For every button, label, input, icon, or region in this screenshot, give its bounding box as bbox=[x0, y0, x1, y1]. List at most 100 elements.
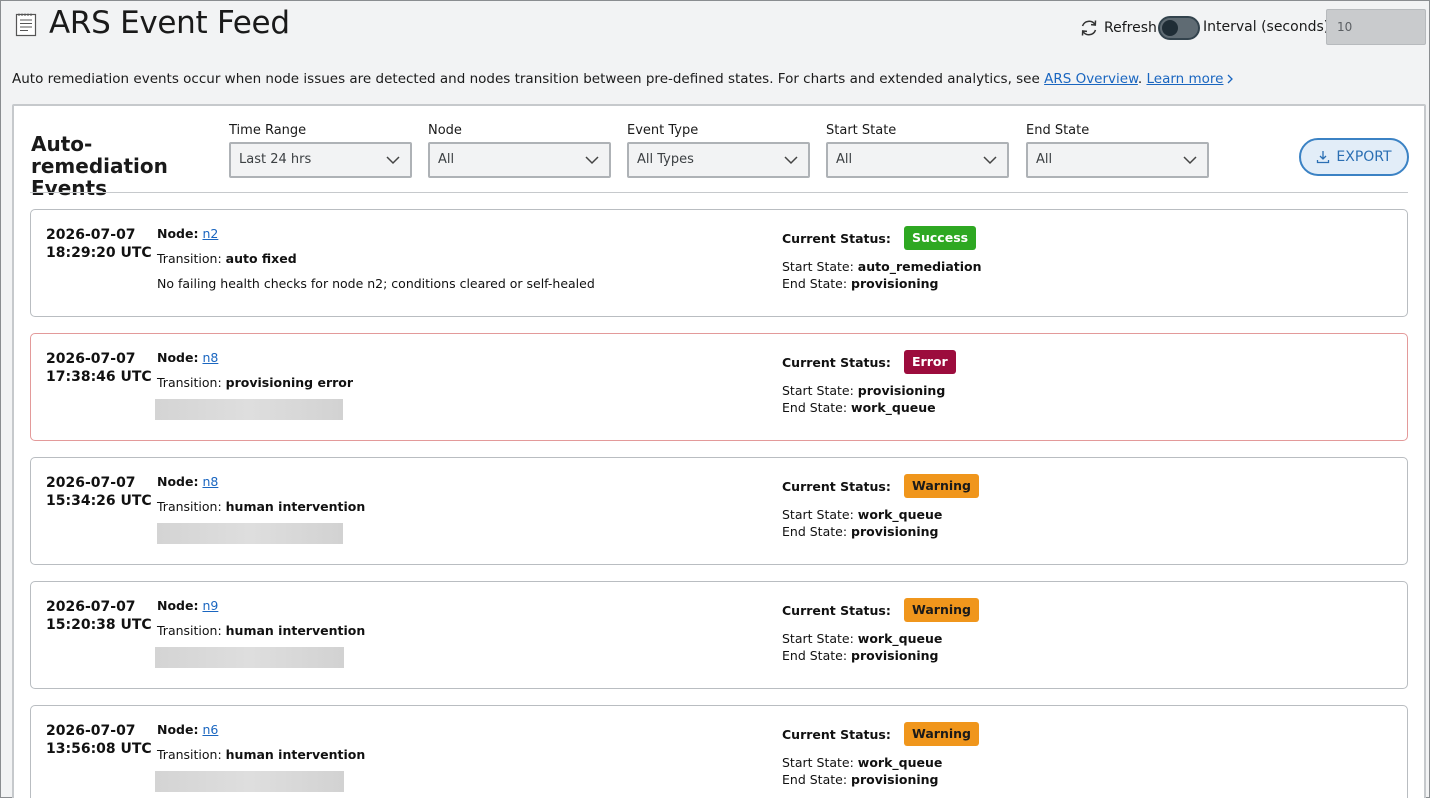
event-date: 2026-07-07 bbox=[46, 351, 136, 367]
toggle-knob bbox=[1162, 20, 1178, 36]
filter-event-type: Event Type All Types bbox=[627, 123, 810, 178]
event-date: 2026-07-07 bbox=[46, 599, 136, 615]
event-date: 2026-07-07 bbox=[46, 227, 136, 243]
panel-divider bbox=[30, 192, 1408, 193]
transition-label: Transition: bbox=[157, 499, 222, 514]
event-card: 2026-07-07 15:20:38 UTC Node: n9 Transit… bbox=[30, 581, 1408, 689]
event-timestamp: 2026-07-07 15:20:38 UTC bbox=[46, 598, 152, 634]
end-state-label: End State: bbox=[782, 524, 848, 539]
filter-label: Time Range bbox=[229, 123, 307, 138]
node-link[interactable]: n6 bbox=[202, 722, 218, 737]
chevron-down-icon bbox=[585, 156, 599, 165]
select-value: All bbox=[1036, 152, 1053, 167]
event-start-state: Start State: provisioning bbox=[782, 383, 945, 398]
node-link[interactable]: n8 bbox=[202, 474, 218, 489]
node-link[interactable]: n9 bbox=[202, 598, 218, 613]
status-badge: Error bbox=[904, 350, 956, 374]
refresh-label: Refresh bbox=[1104, 20, 1157, 36]
redacted-detail bbox=[155, 399, 343, 420]
time-range-select[interactable]: Last 24 hrs bbox=[229, 142, 412, 178]
current-status-label: Current Status: bbox=[782, 231, 891, 246]
redacted-detail bbox=[155, 647, 344, 668]
event-end-state: End State: work_queue bbox=[782, 400, 936, 415]
node-select[interactable]: All bbox=[428, 142, 611, 178]
event-time: 13:56:08 UTC bbox=[46, 741, 152, 757]
end-state-value: provisioning bbox=[851, 276, 939, 291]
end-state-value: work_queue bbox=[851, 400, 936, 415]
description-separator: . bbox=[1137, 71, 1143, 87]
transition-value: human intervention bbox=[225, 623, 366, 638]
filter-time-range: Time Range Last 24 hrs bbox=[229, 123, 412, 178]
transition-value: human intervention bbox=[225, 499, 366, 514]
end-state-label: End State: bbox=[782, 772, 848, 787]
event-end-state: End State: provisioning bbox=[782, 648, 939, 663]
event-node: Node: n6 bbox=[157, 722, 218, 737]
filter-label: Event Type bbox=[627, 123, 699, 138]
description-text: Auto remediation events occur when node … bbox=[12, 71, 1045, 87]
event-transition: Transition: human intervention bbox=[157, 623, 365, 638]
node-link[interactable]: n8 bbox=[202, 350, 218, 365]
events-panel: Auto-remediation Events Time Range Last … bbox=[12, 104, 1426, 798]
end-state-label: End State: bbox=[782, 400, 848, 415]
auto-refresh-toggle[interactable] bbox=[1158, 16, 1200, 40]
ars-overview-link[interactable]: ARS Overview bbox=[1044, 71, 1138, 87]
filter-start-state: Start State All bbox=[826, 123, 1009, 178]
event-time: 15:34:26 UTC bbox=[46, 493, 152, 509]
status-badge: Warning bbox=[904, 474, 979, 498]
transition-label: Transition: bbox=[157, 623, 222, 638]
chevron-down-icon bbox=[1183, 156, 1197, 165]
chevron-down-icon bbox=[386, 156, 400, 165]
page-description: Auto remediation events occur when node … bbox=[12, 71, 1235, 87]
event-end-state: End State: provisioning bbox=[782, 276, 939, 291]
current-status-label: Current Status: bbox=[782, 727, 891, 742]
current-status-label: Current Status: bbox=[782, 603, 891, 618]
event-timestamp: 2026-07-07 17:38:46 UTC bbox=[46, 350, 152, 386]
start-state-label: Start State: bbox=[782, 259, 854, 274]
event-node: Node: n9 bbox=[157, 598, 218, 613]
start-state-select[interactable]: All bbox=[826, 142, 1009, 178]
filter-label: Node bbox=[428, 123, 462, 138]
node-link[interactable]: n2 bbox=[202, 226, 218, 241]
page-header: ARS Event Feed Refresh Interval (seconds… bbox=[1, 1, 1429, 53]
event-timestamp: 2026-07-07 13:56:08 UTC bbox=[46, 722, 152, 758]
status-badge: Success bbox=[904, 226, 977, 250]
event-card: 2026-07-07 18:29:20 UTC Node: n2 Transit… bbox=[30, 209, 1408, 317]
event-node: Node: n8 bbox=[157, 474, 218, 489]
transition-value: auto fixed bbox=[225, 251, 297, 266]
event-card: 2026-07-07 17:38:46 UTC Node: n8 Transit… bbox=[30, 333, 1408, 441]
transition-value: provisioning error bbox=[225, 375, 354, 390]
transition-label: Transition: bbox=[157, 375, 222, 390]
transition-value: human intervention bbox=[225, 747, 366, 762]
start-state-label: Start State: bbox=[782, 631, 854, 646]
panel-title: Auto-remediation Events bbox=[31, 132, 168, 200]
node-label: Node: bbox=[157, 350, 199, 365]
end-state-select[interactable]: All bbox=[1026, 142, 1209, 178]
end-state-label: End State: bbox=[782, 276, 848, 291]
event-time: 15:20:38 UTC bbox=[46, 617, 152, 633]
refresh-icon bbox=[1081, 20, 1097, 36]
event-node: Node: n2 bbox=[157, 226, 218, 241]
node-label: Node: bbox=[157, 598, 199, 613]
refresh-button[interactable]: Refresh bbox=[1079, 17, 1157, 39]
export-label: EXPORT bbox=[1336, 149, 1392, 165]
event-start-state: Start State: work_queue bbox=[782, 755, 942, 770]
filter-node: Node All bbox=[428, 123, 611, 178]
chevron-down-icon bbox=[784, 156, 798, 165]
event-transition: Transition: human intervention bbox=[157, 499, 365, 514]
start-state-label: Start State: bbox=[782, 383, 854, 398]
learn-more-link[interactable]: Learn more bbox=[1146, 71, 1223, 87]
event-transition: Transition: human intervention bbox=[157, 747, 365, 762]
event-timestamp: 2026-07-07 15:34:26 UTC bbox=[46, 474, 152, 510]
end-state-value: provisioning bbox=[851, 524, 939, 539]
filter-label: End State bbox=[1026, 123, 1090, 138]
event-transition: Transition: provisioning error bbox=[157, 375, 353, 390]
page-title: ARS Event Feed bbox=[49, 5, 290, 41]
event-type-select[interactable]: All Types bbox=[627, 142, 810, 178]
download-icon bbox=[1317, 151, 1330, 164]
export-button[interactable]: EXPORT bbox=[1299, 138, 1409, 176]
node-label: Node: bbox=[157, 474, 199, 489]
status-badge: Warning bbox=[904, 722, 979, 746]
start-state-value: work_queue bbox=[857, 755, 943, 770]
interval-input[interactable] bbox=[1326, 9, 1426, 45]
redacted-detail bbox=[155, 771, 344, 792]
